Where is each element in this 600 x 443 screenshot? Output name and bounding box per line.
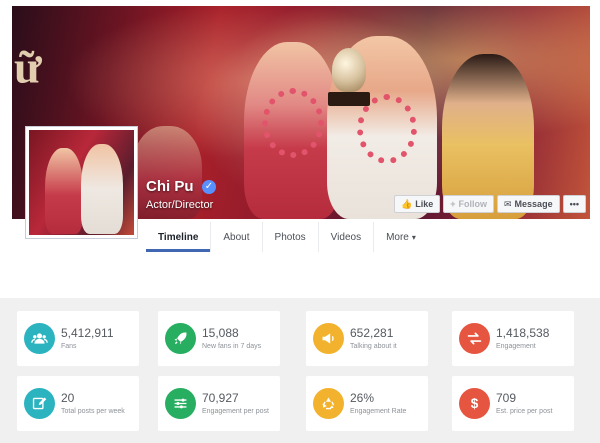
stat-value: 20 [61, 391, 75, 405]
stat-value: 26% [350, 391, 375, 405]
tab-videos[interactable]: Videos [319, 222, 375, 252]
stat-value: 1,418,538 [496, 326, 550, 340]
verified-badge-icon: ✓ [202, 180, 216, 194]
like-button[interactable]: 👍 Like [394, 195, 441, 213]
chevron-down-icon: ▾ [411, 232, 416, 242]
swap-arrows-icon [459, 323, 490, 354]
stat-value: 709 [496, 391, 517, 405]
stat-card-engagement: 1,418,538 Engagement [452, 311, 574, 366]
stat-value: 652,281 [350, 326, 394, 340]
plus-icon: + [450, 199, 456, 209]
sliders-icon [165, 388, 196, 419]
stat-card-price-per-post: $ 709 Est. price per post [452, 376, 574, 431]
stat-label: Talking about it [350, 343, 397, 350]
page-actions: 👍 Like + Follow ✉ Message ••• [394, 195, 587, 213]
stat-value: 5,412,911 [61, 326, 114, 340]
message-button[interactable]: ✉ Message [497, 195, 560, 213]
stat-card-fans: 5,412,911 Fans [17, 311, 139, 366]
megaphone-icon [313, 323, 344, 354]
facebook-page-header: ữ Chi Pu ✓ Actor/Director 👍 Like + Follo… [12, 6, 590, 252]
stat-value: 15,088 [202, 326, 239, 340]
stats-panel: 5,412,911 Fans 15,088 New fans in 7 days… [0, 298, 600, 443]
tab-timeline[interactable]: Timeline [146, 222, 212, 252]
recycle-icon [313, 388, 344, 419]
stat-label: New fans in 7 days [202, 343, 262, 350]
edit-icon [24, 388, 55, 419]
more-options-button[interactable]: ••• [562, 195, 587, 213]
message-icon: ✉ [504, 198, 512, 209]
tab-more[interactable]: More ▾ [374, 222, 428, 252]
page-name[interactable]: Chi Pu [146, 178, 194, 195]
stat-value: 70,927 [202, 391, 239, 405]
screenshot-root: ữ Chi Pu ✓ Actor/Director 👍 Like + Follo… [0, 0, 600, 443]
stat-label: Total posts per week [61, 408, 125, 415]
rocket-icon [165, 323, 196, 354]
stat-label: Engagement Rate [350, 408, 407, 415]
stat-card-engagement-rate: 26% Engagement Rate [306, 376, 428, 431]
stat-card-talking-about: 652,281 Talking about it [306, 311, 428, 366]
more-dots-icon: ••• [569, 199, 580, 209]
profile-picture[interactable] [25, 126, 138, 239]
trophy [332, 48, 366, 92]
follow-button[interactable]: + Follow [443, 195, 494, 213]
stat-label: Est. price per post [496, 408, 553, 415]
stat-card-posts-per-week: 20 Total posts per week [17, 376, 139, 431]
page-tabs: Timeline About Photos Videos More ▾ [146, 222, 428, 252]
tab-photos[interactable]: Photos [263, 222, 319, 252]
cover-background-text: ữ [14, 41, 44, 92]
stat-card-engagement-per-post: 70,927 Engagement per post [158, 376, 280, 431]
thumbs-up-icon: 👍 [401, 198, 413, 209]
dollar-icon: $ [459, 388, 490, 419]
svg-text:$: $ [471, 396, 479, 411]
stat-label: Fans [61, 343, 77, 350]
stat-label: Engagement [496, 343, 536, 350]
stat-card-new-fans: 15,088 New fans in 7 days [158, 311, 280, 366]
page-category: Actor/Director [146, 199, 214, 211]
tab-about[interactable]: About [211, 222, 263, 252]
people-icon [24, 323, 55, 354]
stat-label: Engagement per post [202, 408, 269, 415]
